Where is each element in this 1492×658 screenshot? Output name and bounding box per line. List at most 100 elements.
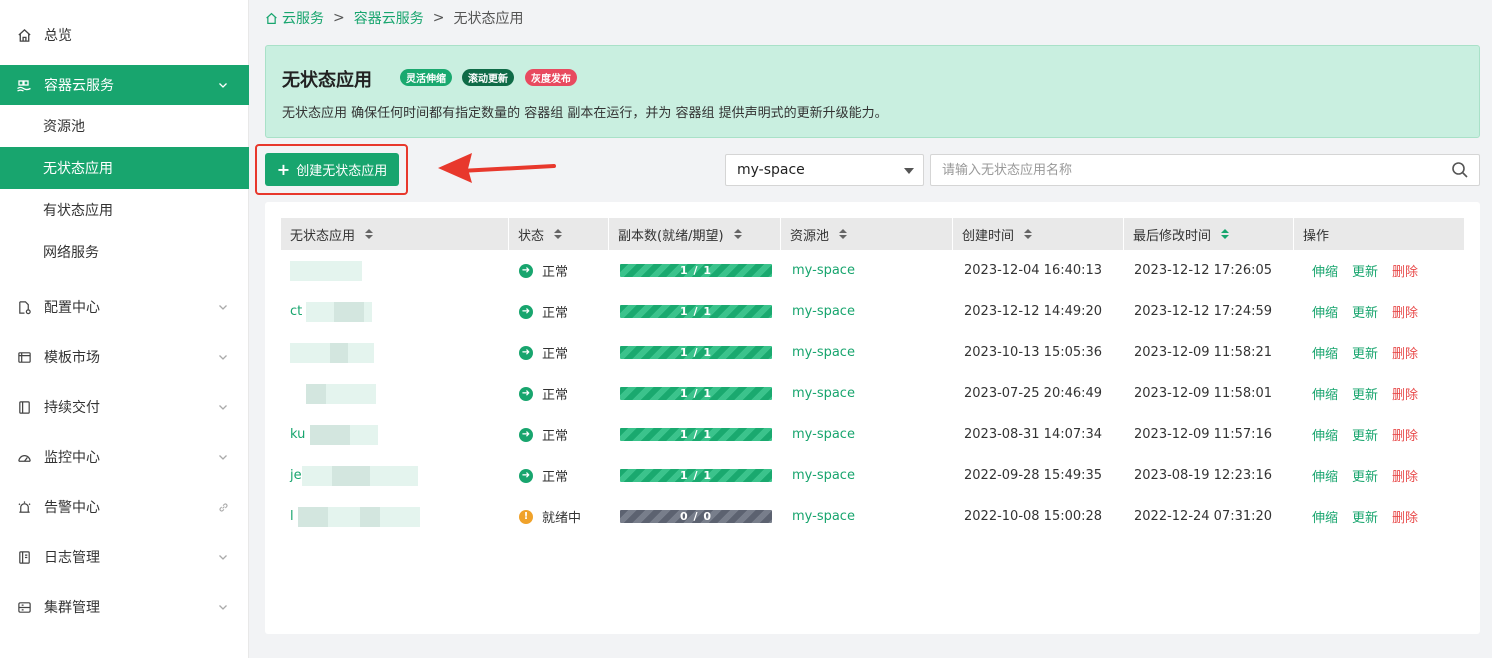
- created-time: 2022-09-28 15:49:35: [964, 468, 1103, 483]
- home-icon: [16, 27, 32, 43]
- column-header-pool[interactable]: 资源池: [781, 218, 953, 250]
- app-name-link[interactable]: ct: [290, 301, 372, 322]
- cell-name: [290, 373, 505, 414]
- resource-pool-link[interactable]: my-space: [792, 386, 855, 401]
- status-text: 正常: [542, 347, 569, 362]
- app-name-link[interactable]: ku or: [290, 424, 378, 445]
- arrow-right-circle-icon: ➜: [519, 386, 533, 401]
- delete-button[interactable]: 删除: [1392, 384, 1418, 403]
- modified-time: 2023-08-19 12:23:16: [1134, 468, 1273, 483]
- caret-down-icon: [904, 168, 914, 174]
- cell-pool: my-space: [792, 414, 952, 455]
- search-box: [930, 154, 1480, 186]
- redaction-mask: [370, 465, 418, 486]
- sidebar-item-log-management[interactable]: 日志管理: [0, 537, 249, 577]
- replica-progress-bar: 1 / 1: [620, 346, 772, 359]
- column-header-name[interactable]: 无状态应用: [281, 218, 509, 250]
- resource-pool-link[interactable]: my-space: [792, 345, 855, 360]
- modified-time: 2023-12-12 17:24:59: [1134, 304, 1273, 319]
- breadcrumb-container-service[interactable]: 容器云服务: [354, 8, 424, 28]
- scale-button[interactable]: 伸缩: [1312, 261, 1338, 280]
- sidebar-item-overview[interactable]: 总览: [0, 15, 249, 55]
- update-button[interactable]: 更新: [1352, 343, 1378, 362]
- sort-icon[interactable]: [1024, 229, 1033, 239]
- sort-icon[interactable]: [554, 229, 563, 239]
- sidebar-item-alert-center[interactable]: 告警中心: [0, 487, 249, 527]
- sidebar-item-continuous-delivery[interactable]: 持续交付: [0, 387, 249, 427]
- update-button[interactable]: 更新: [1352, 507, 1378, 526]
- sort-icon[interactable]: [839, 229, 848, 239]
- sidebar: 总览 容器云服务 资源池 无状态应用 有状态应用 网络服务 配置中心 模板市场 …: [0, 0, 249, 658]
- delete-button[interactable]: 删除: [1392, 343, 1418, 362]
- chevron-down-icon: [215, 399, 231, 415]
- sidebar-item-container-service[interactable]: 容器云服务: [0, 65, 249, 105]
- app-name-link[interactable]: nq: [290, 342, 374, 363]
- breadcrumb-separator: >: [333, 10, 345, 26]
- sidebar-subitem-resource-pool[interactable]: 资源池: [0, 105, 249, 147]
- resource-pool-link[interactable]: my-space: [792, 427, 855, 442]
- created-time: 2023-10-13 15:05:36: [964, 345, 1103, 360]
- sidebar-subitem-label: 无状态应用: [43, 161, 113, 177]
- sidebar-item-label: 容器云服务: [44, 78, 114, 94]
- scale-button[interactable]: 伸缩: [1312, 302, 1338, 321]
- sidebar-item-monitor-center[interactable]: 监控中心: [0, 437, 249, 477]
- column-header-label: 操作: [1303, 228, 1330, 244]
- delete-button[interactable]: 删除: [1392, 302, 1418, 321]
- plus-icon: +: [276, 160, 291, 179]
- resource-pool-link[interactable]: my-space: [792, 304, 855, 319]
- delete-button[interactable]: 删除: [1392, 261, 1418, 280]
- sidebar-item-label: 集群管理: [44, 600, 100, 616]
- update-button[interactable]: 更新: [1352, 302, 1378, 321]
- sidebar-subitem-stateful-app[interactable]: 有状态应用: [0, 189, 249, 231]
- search-icon[interactable]: [1451, 161, 1469, 179]
- scale-button[interactable]: 伸缩: [1312, 466, 1338, 485]
- column-header-actions: 操作: [1294, 218, 1464, 250]
- search-input[interactable]: [931, 155, 1441, 185]
- book-icon: [16, 399, 32, 415]
- delete-button[interactable]: 删除: [1392, 466, 1418, 485]
- update-button[interactable]: 更新: [1352, 261, 1378, 280]
- redaction-mask: [380, 506, 420, 527]
- cell-pool: my-space: [792, 332, 952, 373]
- update-button[interactable]: 更新: [1352, 466, 1378, 485]
- created-time: 2023-07-25 20:46:49: [964, 386, 1103, 401]
- feature-badge: 灵活伸缩: [400, 69, 452, 86]
- delete-button[interactable]: 删除: [1392, 425, 1418, 444]
- update-button[interactable]: 更新: [1352, 425, 1378, 444]
- resource-pool-link[interactable]: my-space: [792, 263, 855, 278]
- sidebar-subitem-label: 网络服务: [43, 245, 99, 261]
- sidebar-item-template-market[interactable]: 模板市场: [0, 337, 249, 377]
- column-header-modified[interactable]: 最后修改时间: [1124, 218, 1294, 250]
- column-header-replicas[interactable]: 副本数(就绪/期望): [609, 218, 781, 250]
- sort-icon[interactable]: [1221, 229, 1230, 239]
- create-stateless-app-button[interactable]: + 创建无状态应用: [265, 153, 399, 186]
- resource-pool-select[interactable]: my-space: [725, 154, 924, 186]
- app-name-link[interactable]: l or: [290, 506, 420, 527]
- scale-button[interactable]: 伸缩: [1312, 507, 1338, 526]
- delete-button[interactable]: 删除: [1392, 507, 1418, 526]
- sort-icon[interactable]: [365, 229, 374, 239]
- resource-pool-link[interactable]: my-space: [792, 468, 855, 483]
- cell-replicas: 1 / 1: [620, 414, 780, 455]
- sidebar-item-label: 总览: [44, 28, 72, 44]
- page-title: 无状态应用: [282, 70, 372, 91]
- update-button[interactable]: 更新: [1352, 384, 1378, 403]
- sidebar-item-config-center[interactable]: 配置中心: [0, 287, 249, 327]
- column-header-status[interactable]: 状态: [509, 218, 609, 250]
- scale-button[interactable]: 伸缩: [1312, 425, 1338, 444]
- column-header-created[interactable]: 创建时间: [953, 218, 1124, 250]
- column-header-label: 最后修改时间: [1133, 228, 1212, 244]
- app-name-link[interactable]: je: [290, 465, 418, 486]
- scale-button[interactable]: 伸缩: [1312, 343, 1338, 362]
- sidebar-subitem-stateless-app[interactable]: 无状态应用: [0, 147, 249, 189]
- resource-pool-link[interactable]: my-space: [792, 509, 855, 524]
- table-row: je ➜ 正常 1 / 1 my-space 2022-09-28 15:49:…: [281, 455, 1464, 496]
- breadcrumb-cloud-service[interactable]: 云服务: [282, 8, 324, 28]
- create-button-label: 创建无状态应用: [296, 164, 388, 179]
- sidebar-item-cluster-management[interactable]: 集群管理: [0, 587, 249, 627]
- cell-status: ➜ 正常: [519, 291, 609, 332]
- scale-button[interactable]: 伸缩: [1312, 384, 1338, 403]
- sort-icon[interactable]: [733, 229, 742, 239]
- breadcrumb: 云服务 > 容器云服务 > 无状态应用: [265, 8, 523, 28]
- sidebar-subitem-network-service[interactable]: 网络服务: [0, 231, 249, 273]
